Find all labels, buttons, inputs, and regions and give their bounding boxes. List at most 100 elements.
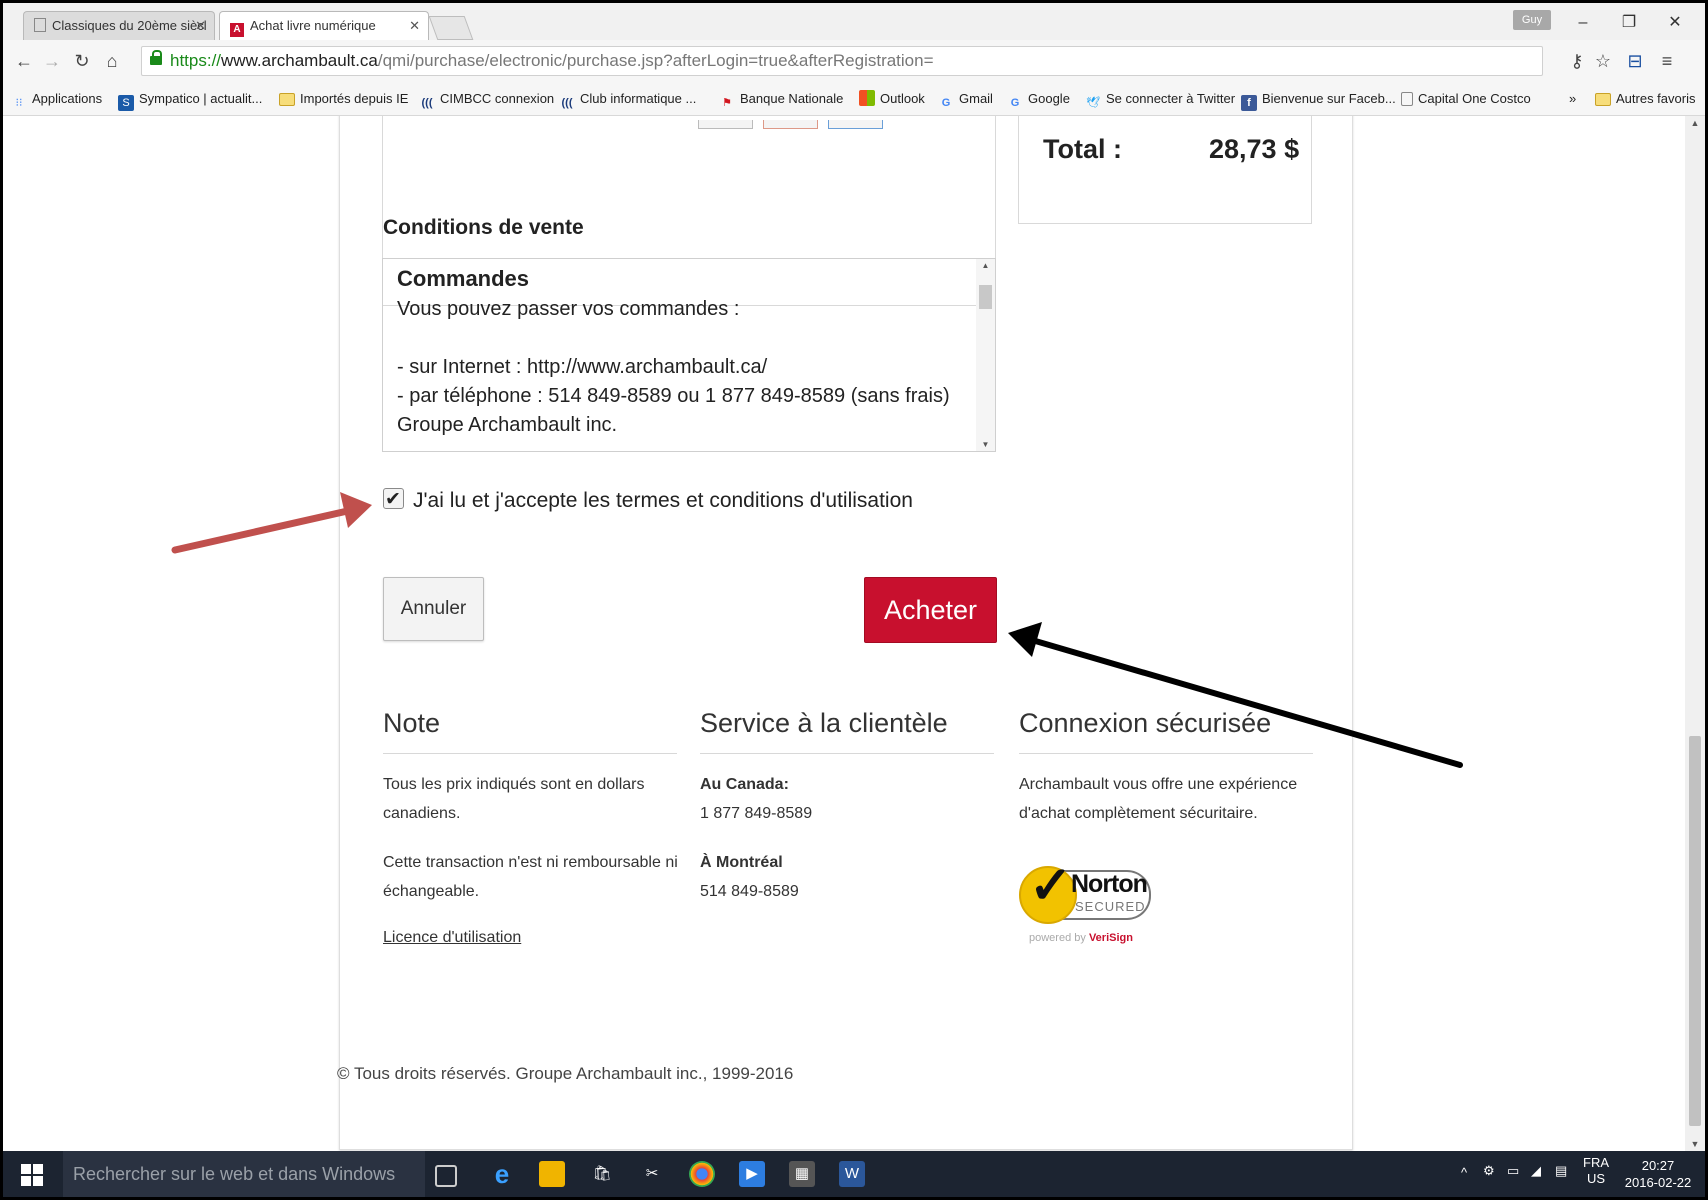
terms-line [397, 324, 967, 353]
store-icon[interactable]: 🛍 [589, 1161, 615, 1187]
file-explorer-icon[interactable] [539, 1161, 565, 1187]
minimize-icon[interactable]: – [1563, 11, 1603, 35]
windows-taskbar: Rechercher sur le web et dans Windows e … [3, 1151, 1705, 1197]
forward-icon[interactable]: → [41, 50, 63, 72]
tab-label: Achat livre numérique [250, 18, 376, 33]
license-link[interactable]: Licence d'utilisation [383, 929, 521, 947]
paint-icon[interactable]: ✂ [639, 1161, 665, 1187]
battery-icon[interactable]: ▭ [1507, 1163, 1519, 1179]
star-icon[interactable]: ☆ [1591, 50, 1615, 72]
note-title: Note [383, 708, 441, 738]
new-tab-button[interactable] [428, 16, 474, 40]
word-icon[interactable]: W [839, 1161, 865, 1187]
page-scrollbar[interactable]: ▲ ▼ [1685, 116, 1705, 1151]
close-icon[interactable]: ✕ [195, 12, 206, 40]
facebook-icon: f [1241, 95, 1257, 111]
terms-scroll-thumb[interactable] [979, 285, 992, 309]
scroll-down-icon[interactable]: ▼ [976, 440, 995, 449]
bookmark-gmail[interactable]: G Gmail [938, 89, 993, 109]
bookmark-label: Banque Nationale [740, 91, 844, 106]
clock[interactable]: 20:27 2016-02-22 [1623, 1157, 1693, 1191]
bookmark-facebook[interactable]: f Bienvenue sur Faceb... [1241, 89, 1396, 111]
notifications-icon[interactable]: ▤ [1555, 1163, 1567, 1179]
key-icon[interactable]: ⚷ [1565, 50, 1589, 72]
bookmark-label: Se connecter à Twitter [1106, 91, 1236, 106]
bookmark-cimbcc[interactable]: (((CIMBCC connexion [419, 89, 555, 109]
terms-scrollbar[interactable]: ▲ ▼ [976, 259, 995, 451]
norton-secured-badge[interactable]: ✓ Norton SECURED powered by VeriSign [1019, 857, 1153, 947]
bookmark-importes[interactable]: Importés depuis IE [279, 89, 408, 109]
tab-classiques[interactable]: Classiques du 20ème siècl ✕ [23, 11, 215, 41]
bookmark-banque[interactable]: ⚑ Banque Nationale [719, 89, 843, 109]
bookmark-other-favorites[interactable]: Autres favoris [1595, 89, 1695, 109]
reload-icon[interactable]: ↻ [71, 50, 93, 72]
bookmark-sympatico[interactable]: S Sympatico | actualit... [118, 89, 262, 111]
sympatico-icon: S [118, 95, 134, 111]
windows-start-icon[interactable] [21, 1164, 43, 1186]
menu-icon[interactable]: ≡ [1655, 50, 1679, 72]
page-icon [1401, 92, 1413, 106]
verisign-label: VeriSign [1088, 932, 1133, 944]
tray-chevron-icon[interactable]: ^ [1461, 1165, 1467, 1180]
scroll-up-icon[interactable]: ▲ [976, 261, 995, 270]
back-icon[interactable]: ← [13, 50, 35, 72]
language-indicator[interactable]: FRA US [1583, 1155, 1609, 1187]
secure-line: Archambault vous offre une expérience [1019, 776, 1298, 793]
bookmark-label: Autres favoris [1616, 91, 1696, 106]
card-logo-icon [698, 120, 753, 129]
norton-word: Norton [1071, 870, 1148, 898]
home-icon[interactable]: ⌂ [101, 50, 123, 72]
card-logo-icon [763, 120, 818, 129]
page-scroll-thumb[interactable] [1689, 736, 1701, 1126]
montreal-label: À Montréal [700, 854, 783, 871]
terms-line: Vous pouvez passer vos commandes : [397, 298, 740, 320]
scroll-up-icon[interactable]: ▲ [1689, 118, 1701, 128]
url-host: www.archambault.ca [221, 51, 378, 70]
clock-time: 20:27 [1641, 1158, 1675, 1173]
url-bar[interactable]: https://www.archambault.ca/qmi/purchase/… [141, 46, 1543, 76]
tab-achat-livre[interactable]: A Achat livre numérique ✕ [219, 11, 429, 41]
chrome-icon[interactable] [689, 1161, 715, 1187]
app-icon[interactable]: ▦ [789, 1161, 815, 1187]
network-icon[interactable]: ⚙ [1483, 1163, 1495, 1179]
note-line: Tous les prix indiqués sont en dollars [383, 776, 645, 793]
canada-label: Au Canada: [700, 776, 789, 793]
task-view-icon[interactable] [435, 1165, 457, 1187]
bookmark-label: Applications [32, 91, 103, 106]
wifi-icon[interactable]: ◢ [1531, 1163, 1541, 1179]
bookmark-twitter[interactable]: 🕊 Se connecter à Twitter [1085, 89, 1235, 109]
accept-terms-checkbox[interactable] [383, 485, 404, 515]
extension-icon[interactable]: ⊟ [1623, 50, 1647, 72]
buy-button[interactable]: Acheter [864, 577, 997, 643]
user-profile-button[interactable]: Guy [1513, 10, 1551, 30]
address-toolbar: ← → ↻ ⌂ https://www.archambault.ca/qmi/p… [3, 40, 1705, 82]
scroll-down-icon[interactable]: ▼ [1689, 1139, 1701, 1149]
accept-terms-row[interactable]: J'ai lu et j'accepte les termes et condi… [383, 485, 913, 516]
lang-bottom: US [1586, 1171, 1606, 1186]
taskbar-search[interactable]: Rechercher sur le web et dans Windows [63, 1151, 425, 1197]
terms-textbox[interactable]: Commandes Vous pouvez passer vos command… [382, 258, 996, 452]
bookmark-google[interactable]: G Google [1007, 89, 1070, 109]
page-content: Total : 28,73 $ Conditions de vente Comm… [3, 116, 1685, 1151]
bookmark-label: Outlook [880, 91, 925, 106]
cancel-button[interactable]: Annuler [383, 577, 484, 641]
bookmark-outlook[interactable]: Outlook [859, 89, 925, 109]
url-path: /qmi/purchase/electronic/purchase.jsp?af… [377, 51, 934, 70]
bookmark-club[interactable]: (((Club informatique ... [559, 89, 697, 109]
close-icon[interactable]: ✕ [409, 12, 420, 40]
divider [700, 753, 994, 754]
folder-icon [1595, 93, 1611, 106]
bookmark-applications[interactable]: ⁝⁝ Applications [11, 89, 103, 109]
copyright: © Tous droits réservés. Groupe Archambau… [337, 1064, 794, 1083]
total-value: 28,73 $ [1209, 134, 1300, 164]
restore-icon[interactable]: ❐ [1609, 11, 1649, 35]
conditions-title: Conditions de vente [383, 216, 584, 239]
media-icon[interactable]: ▶ [739, 1161, 765, 1187]
bookmarks-overflow-icon[interactable]: » [1569, 89, 1576, 109]
microsoft-icon [859, 90, 875, 106]
internet-explorer-icon[interactable]: e [489, 1161, 515, 1187]
tab-bar: Classiques du 20ème siècl ✕ A Achat livre… [3, 3, 1705, 41]
bookmark-capital-one[interactable]: Capital One Costco [1401, 89, 1531, 109]
window-close-icon[interactable]: ✕ [1655, 11, 1695, 35]
clock-date: 2016-02-22 [1624, 1175, 1692, 1190]
